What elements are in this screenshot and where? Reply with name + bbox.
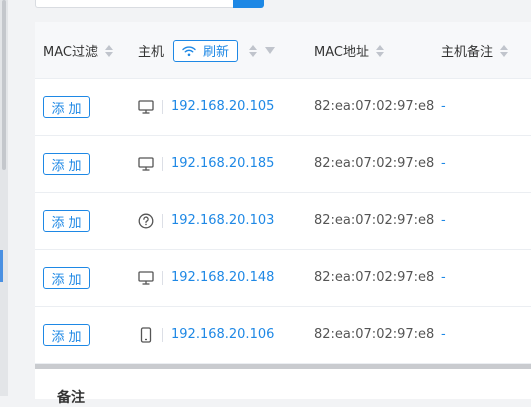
- host-note[interactable]: -: [441, 155, 446, 173]
- table-row: 添加 192.168.20.185 82:ea:07:02:97:e8 -: [35, 136, 531, 193]
- host-ip-link[interactable]: 192.168.20.106: [171, 326, 274, 344]
- mac-address: 82:ea:07:02:97:e8: [314, 270, 435, 285]
- column-host[interactable]: 主机 刷新: [138, 22, 276, 79]
- mac-address: 82:ea:07:02:97:e8: [314, 327, 435, 342]
- monitor-icon: [137, 155, 155, 173]
- host-ip-link[interactable]: 192.168.20.148: [171, 269, 274, 287]
- divider: [162, 328, 163, 342]
- notes-panel: 备注: [35, 369, 531, 406]
- divider: [162, 271, 163, 285]
- host-ip-link[interactable]: 192.168.20.105: [171, 98, 274, 116]
- host-table: MAC过滤 主机 刷新 MAC地址 主机备注 添加 192.168.20.105…: [35, 22, 531, 366]
- wifi-icon: [182, 45, 196, 56]
- left-sidebar-scrollbar[interactable]: [0, 0, 8, 396]
- host-note[interactable]: -: [441, 269, 446, 287]
- mac-address: 82:ea:07:02:97:e8: [314, 99, 435, 114]
- sort-icon[interactable]: [104, 44, 113, 58]
- monitor-icon: [137, 98, 155, 116]
- divider: [162, 157, 163, 171]
- column-mac-filter-label: MAC过滤: [43, 45, 98, 60]
- table-header: MAC过滤 主机 刷新 MAC地址 主机备注: [35, 22, 531, 79]
- column-host-note-label: 主机备注: [441, 45, 494, 60]
- divider: [162, 214, 163, 228]
- host-note[interactable]: -: [441, 98, 446, 116]
- host-ip-link[interactable]: 192.168.20.103: [171, 212, 274, 230]
- search-bar: [35, 0, 264, 8]
- left-active-indicator: [0, 250, 3, 282]
- host-note[interactable]: -: [441, 326, 446, 344]
- add-button[interactable]: 添加: [43, 267, 90, 289]
- column-mac-address-label: MAC地址: [314, 45, 369, 60]
- table-row: 添加 192.168.20.105 82:ea:07:02:97:e8 -: [35, 79, 531, 136]
- add-button[interactable]: 添加: [43, 96, 90, 118]
- host-note[interactable]: -: [441, 212, 446, 230]
- refresh-label: 刷新: [203, 45, 230, 60]
- table-row: 添加 192.168.20.103 82:ea:07:02:97:e8 -: [35, 193, 531, 250]
- host-ip-link[interactable]: 192.168.20.185: [171, 155, 274, 173]
- column-mac-address[interactable]: MAC地址: [314, 22, 384, 79]
- divider: [162, 100, 163, 114]
- table-row: 添加 192.168.20.148 82:ea:07:02:97:e8 -: [35, 250, 531, 307]
- add-button[interactable]: 添加: [43, 210, 90, 232]
- sort-icon[interactable]: [249, 44, 258, 58]
- unknown-device-icon: [137, 212, 155, 230]
- column-host-label: 主机: [138, 45, 165, 60]
- sort-icon[interactable]: [375, 44, 384, 58]
- filter-icon[interactable]: [265, 47, 276, 54]
- search-button[interactable]: [233, 0, 264, 8]
- sort-icon[interactable]: [500, 44, 509, 58]
- notes-panel-title: 备注: [57, 390, 85, 406]
- mac-address: 82:ea:07:02:97:e8: [314, 156, 435, 171]
- add-button[interactable]: 添加: [43, 153, 90, 175]
- monitor-icon: [137, 269, 155, 287]
- refresh-button[interactable]: 刷新: [173, 39, 239, 62]
- table-row: 添加 192.168.20.106 82:ea:07:02:97:e8 -: [35, 307, 531, 364]
- add-button[interactable]: 添加: [43, 324, 90, 346]
- column-host-note[interactable]: 主机备注: [441, 22, 509, 79]
- phone-icon: [137, 326, 155, 344]
- column-mac-filter[interactable]: MAC过滤: [43, 22, 113, 79]
- left-scroll-thumb[interactable]: [2, 0, 6, 170]
- search-input[interactable]: [35, 0, 233, 8]
- mac-address: 82:ea:07:02:97:e8: [314, 213, 435, 228]
